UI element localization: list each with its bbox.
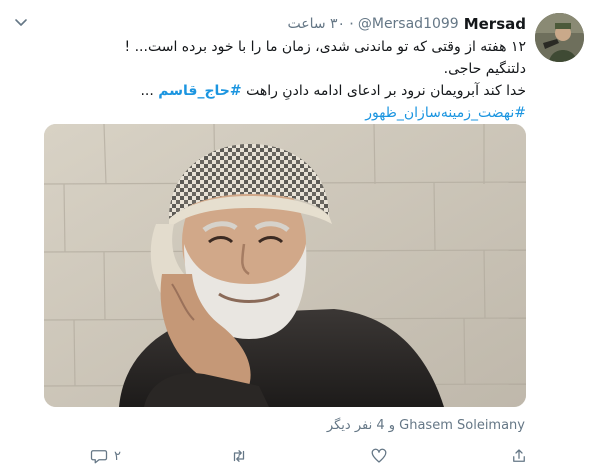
heart-icon [371,448,387,463]
hashtag-link-2[interactable]: #نهضت_زمینه‌سازان_ظهور [66,102,526,124]
tweet-actions: ۲ [90,444,530,468]
tweet-text: ۱۲ هفته از وقتی که تو ماندنی شدی، زمان م… [66,36,526,124]
separator: · [349,15,354,33]
avatar[interactable] [535,13,584,62]
share-icon [513,449,525,462]
tweet-line-1: ۱۲ هفته از وقتی که تو ماندنی شدی، زمان م… [124,39,526,55]
tweet-line-3: خدا کند آبرویمان نرود بر ادعای ادامه داد… [66,80,526,102]
hashtag-link[interactable]: #حاج_قاسم [158,83,241,99]
like-button[interactable] [370,444,394,468]
tweet-header: ۳۰ ساعت · @Mersad1099 Mersad [287,14,526,34]
author-handle[interactable]: @Mersad1099 [358,16,459,32]
tweet-line-3-text: خدا کند آبرویمان نرود بر ادعای ادامه داد… [241,83,526,99]
tweet-card[interactable]: ۳۰ ساعت · @Mersad1099 Mersad ۱۲ هفته از … [0,0,597,474]
retweet-icon [233,450,245,462]
author-name[interactable]: Mersad [464,15,526,33]
chevron-down-icon[interactable] [14,17,28,29]
reply-count: ۲ [114,448,121,464]
tweet-line-2: دلتنگیم حاجی. [443,61,526,77]
tweet-line-3-suffix: ... [140,83,159,99]
tweet-time[interactable]: ۳۰ ساعت [287,16,345,32]
tweet-photo[interactable] [44,124,526,407]
liked-by-text[interactable]: Ghasem Soleimany و 4 نفر دیگر [327,418,525,433]
reply-icon [90,450,108,464]
retweet-button[interactable] [230,444,254,468]
share-button[interactable] [510,444,534,468]
reply-button[interactable]: ۲ [90,444,121,468]
